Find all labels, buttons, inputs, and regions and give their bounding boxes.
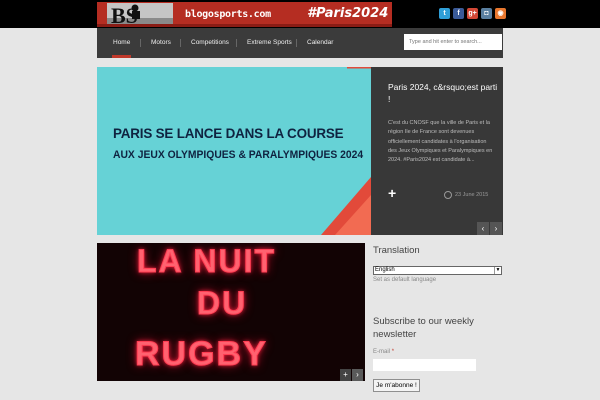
slide-headline: PARIS SE LANCE DANS LA COURSE <box>113 125 344 141</box>
slide-date: 23 June 2015 <box>455 192 489 198</box>
newsletter-widget-title: Subscribe to our weekly newsletter <box>373 316 474 340</box>
nav-item-calendar[interactable]: Calendar <box>307 28 333 58</box>
nav-item-motors[interactable]: Motors <box>151 28 171 58</box>
feature-plus-button[interactable]: + <box>340 369 351 381</box>
instagram-icon[interactable]: ◘ <box>481 8 492 19</box>
nav-item-extreme-sports[interactable]: Extreme Sports <box>247 28 292 58</box>
hashtag-banner: #Paris2024 <box>307 6 389 21</box>
language-select[interactable]: English ▼ <box>373 266 502 275</box>
active-nav-indicator <box>112 55 131 58</box>
slide-image[interactable]: PARIS SE LANCE DANS LA COURSE AUX JEUX O… <box>97 67 371 235</box>
email-label-text: E-mail <box>373 349 391 355</box>
email-field[interactable] <box>373 359 476 371</box>
logo-mark: BS <box>107 3 173 24</box>
neon-text-line: LA NUIT <box>136 243 277 280</box>
email-label: E-mail * <box>373 349 394 355</box>
social-links: t f g+ ◘ ◉ <box>439 8 506 19</box>
slider-next-button[interactable]: › <box>490 222 502 235</box>
language-selected-value: English <box>375 267 395 273</box>
nav-item-competitions[interactable]: Competitions <box>191 28 229 58</box>
featured-slider: PARIS SE LANCE DANS LA COURSE AUX JEUX O… <box>97 67 503 235</box>
slide-excerpt: C'est du CNOSF que la ville de Paris et … <box>388 120 493 164</box>
translation-widget-title: Translation <box>373 245 420 256</box>
chevron-down-icon: ▼ <box>494 267 501 274</box>
feature-next-button[interactable]: › <box>352 369 363 381</box>
rss-icon[interactable]: ◉ <box>495 8 506 19</box>
nav-item-home[interactable]: Home <box>113 28 130 58</box>
set-default-language-link[interactable]: Set as default language <box>373 277 436 283</box>
facebook-icon[interactable]: f <box>453 8 464 19</box>
feature-image-rugby[interactable]: LA NUIT DU RUGBY + › <box>97 243 365 381</box>
google-plus-icon[interactable]: g+ <box>467 8 478 19</box>
main-nav: Home Motors Competitions Extreme Sports … <box>97 28 503 58</box>
nav-divider <box>236 39 237 47</box>
top-bar: BS blogosports.com #Paris2024 t f g+ ◘ ◉ <box>0 0 600 28</box>
read-more-plus-icon[interactable]: + <box>388 186 396 200</box>
slide-caption-panel: Paris 2024, c&rsquo;est parti ! C'est du… <box>371 67 503 235</box>
required-marker: * <box>391 349 395 355</box>
neon-text-line: RUGBY <box>135 335 268 374</box>
site-name: blogosports.com <box>185 9 271 20</box>
clock-icon <box>444 191 452 199</box>
nav-divider <box>140 39 141 47</box>
slider-prev-button[interactable]: ‹ <box>477 222 489 235</box>
search-input[interactable] <box>404 34 502 50</box>
slide-subheadline: AUX JEUX OLYMPIQUES & PARALYMPIQUES 2024 <box>113 149 364 161</box>
slide-title[interactable]: Paris 2024, c&rsquo;est parti ! <box>388 81 498 105</box>
site-logo-banner[interactable]: BS blogosports.com #Paris2024 <box>97 2 392 27</box>
subscribe-button[interactable]: Je m'abonne ! <box>373 379 420 392</box>
nav-divider <box>296 39 297 47</box>
nav-divider <box>180 39 181 47</box>
twitter-icon[interactable]: t <box>439 8 450 19</box>
neon-text-line: DU <box>196 285 248 322</box>
